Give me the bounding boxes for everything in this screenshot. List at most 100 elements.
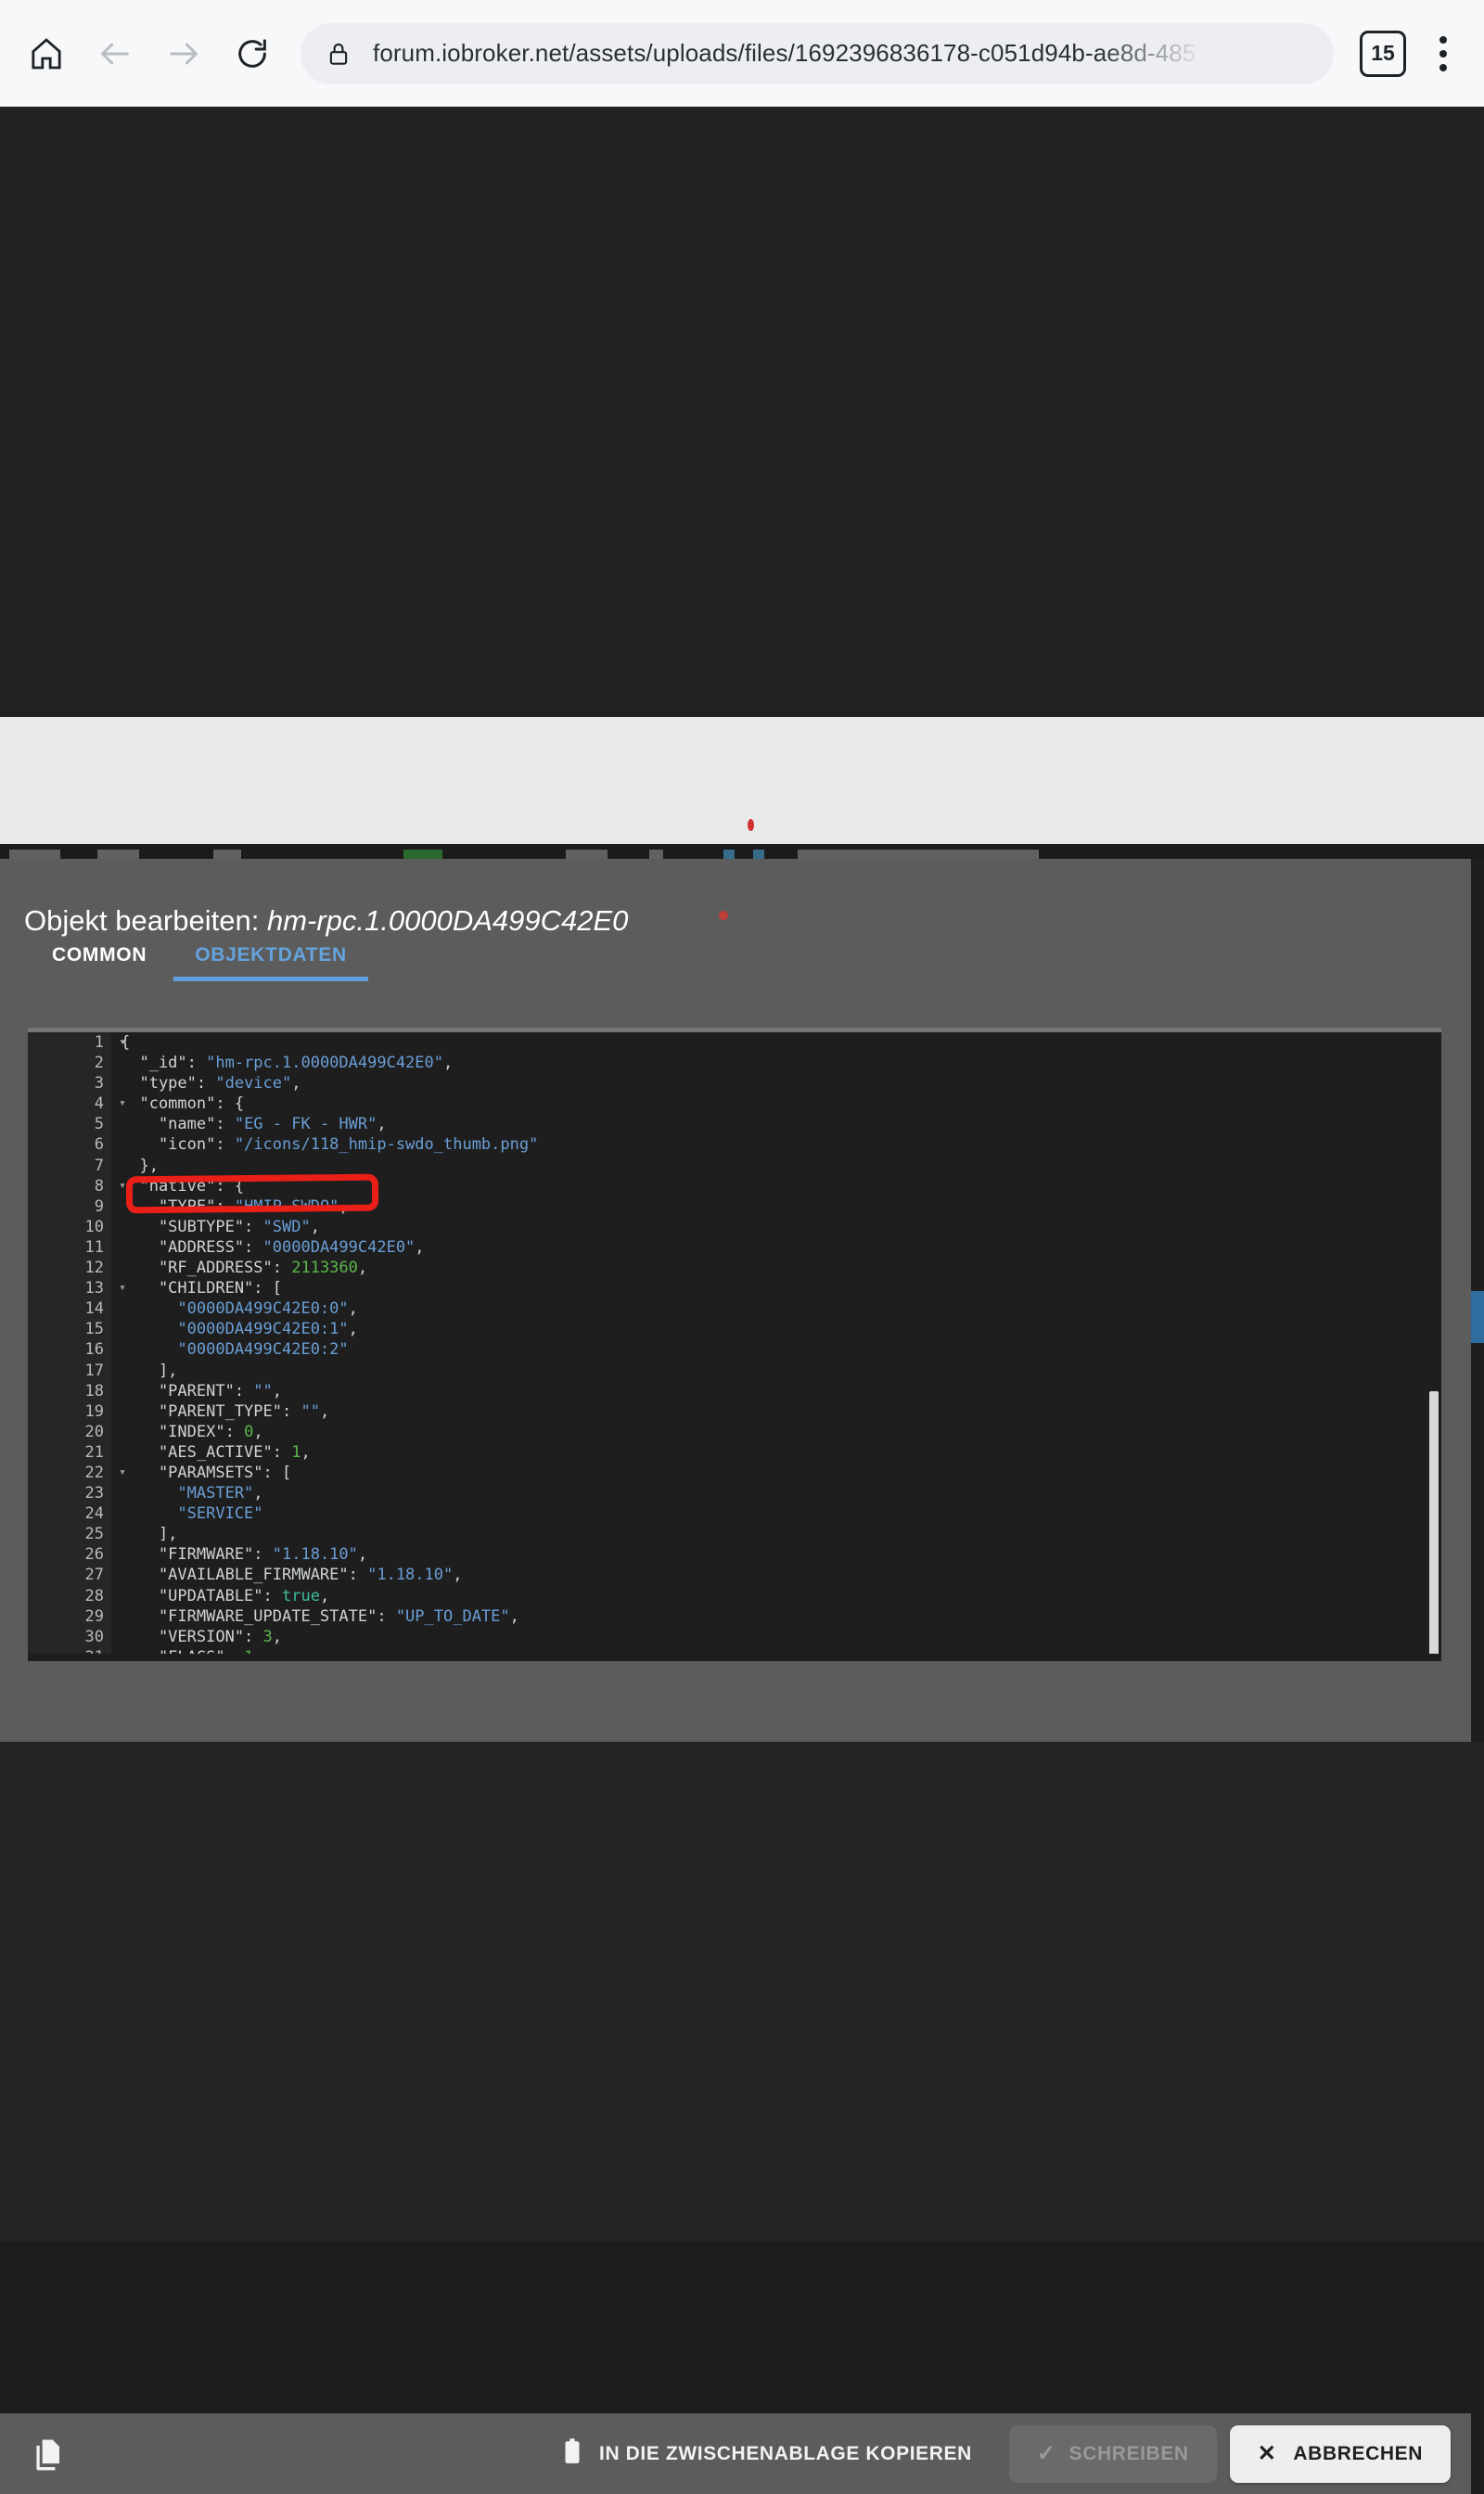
- dialog-footer: IN DIE ZWISCHENABLAGE KOPIEREN ✓ SCHREIB…: [0, 2413, 1471, 2494]
- code-token: ,: [348, 1320, 358, 1339]
- back-arrow-icon[interactable]: [89, 28, 141, 80]
- editor-line-number: 19: [84, 1401, 104, 1421]
- code-token: ,: [253, 1484, 263, 1503]
- editor-code-area[interactable]: { "_id": "hm-rpc.1.0000DA499C42E0", "typ…: [111, 1032, 1441, 1661]
- editor-code-line: "0000DA499C42E0:1",: [111, 1319, 1441, 1339]
- editor-line-number: 22 ▾: [84, 1463, 126, 1482]
- tab-counter-button[interactable]: 15: [1360, 30, 1406, 77]
- tab-objektdaten[interactable]: OBJEKTDATEN: [171, 944, 371, 981]
- editor-code-line: "icon": "/icons/118_hmip-swdo_thumb.png": [111, 1134, 1441, 1155]
- editor-code-line: "PARAMSETS": [: [111, 1463, 1441, 1483]
- code-token: "INDEX":: [121, 1422, 245, 1441]
- code-token: "type":: [121, 1074, 216, 1094]
- editor-code-line: "name": "EG - FK - HWR",: [111, 1114, 1441, 1134]
- editor-line-number: 14: [84, 1299, 104, 1319]
- code-token: "UPDATABLE":: [121, 1586, 282, 1605]
- dialog-title-prefix: Objekt bearbeiten:: [24, 904, 267, 937]
- code-token: ,: [357, 1259, 368, 1278]
- code-token: ,: [415, 1237, 425, 1257]
- image-top-dark-area: [0, 107, 1484, 717]
- code-token: "1.18.10": [367, 1566, 454, 1585]
- code-token: true: [282, 1586, 320, 1605]
- code-token: 1: [291, 1442, 301, 1462]
- tab-common[interactable]: COMMON: [28, 944, 171, 981]
- dialog-title: Objekt bearbeiten: hm-rpc.1.0000DA499C42…: [24, 904, 628, 938]
- editor-code-line: "FIRMWARE_UPDATE_STATE": "UP_TO_DATE",: [111, 1606, 1441, 1627]
- editor-line-number: 16: [84, 1340, 104, 1360]
- code-token: "0000DA499C42E0": [262, 1237, 416, 1257]
- code-token: "0000DA499C42E0:0": [121, 1299, 349, 1319]
- code-token: "_id":: [121, 1054, 207, 1073]
- editor-line-number: 30: [84, 1627, 104, 1646]
- editor-code-line: "SUBTYPE": "SWD",: [111, 1217, 1441, 1237]
- editor-code-line: "RF_ADDRESS": 2113360,: [111, 1258, 1441, 1278]
- home-icon[interactable]: [20, 28, 72, 80]
- write-button[interactable]: ✓ SCHREIBEN: [1008, 2424, 1217, 2483]
- code-token: "0000DA499C42E0:1": [121, 1320, 349, 1339]
- editor-vertical-scrollbar[interactable]: [1429, 1391, 1439, 1656]
- kebab-dot: [1439, 49, 1447, 58]
- reload-icon[interactable]: [226, 28, 278, 80]
- editor-code-line: "PARENT_TYPE": "",: [111, 1401, 1441, 1422]
- code-token: ,: [272, 1627, 283, 1646]
- editor-line-number: 18: [84, 1381, 104, 1400]
- editor-line-number: 24: [84, 1504, 104, 1524]
- browser-toolbar: forum.iobroker.net/assets/uploads/files/…: [0, 0, 1484, 107]
- check-icon: ✓: [1036, 2440, 1056, 2466]
- code-token: "hm-rpc.1.0000DA499C42E0": [206, 1054, 443, 1073]
- address-bar[interactable]: forum.iobroker.net/assets/uploads/files/…: [301, 22, 1334, 84]
- code-token: "": [301, 1401, 320, 1421]
- editor-line-number: 25: [84, 1525, 104, 1544]
- editor-code-line: "common": {: [111, 1094, 1441, 1114]
- code-token: "/icons/118_hmip-swdo_thumb.png": [234, 1135, 539, 1155]
- code-token: "SERVICE": [121, 1504, 263, 1524]
- code-token: [: [272, 1279, 283, 1298]
- code-token: ,: [301, 1442, 311, 1462]
- editor-line-number: 13 ▾: [84, 1279, 126, 1298]
- copy-to-clipboard-button[interactable]: IN DIE ZWISCHENABLAGE KOPIEREN: [536, 2426, 996, 2482]
- image-bottom-dark-area: [0, 1742, 1484, 2242]
- code-token: ,: [310, 1217, 320, 1236]
- json-editor[interactable]: 1 ▾ 2 3 4 ▾ 5 6 7 8 ▾ 9 10 11 12 13 ▾ 14 15 16 17 18 19 20 21 22 ▾…: [28, 1028, 1441, 1661]
- editor-line-number: 21: [84, 1442, 104, 1462]
- cancel-button-label: ABBRECHEN: [1293, 2442, 1423, 2464]
- tab-objektdaten-label: OBJEKTDATEN: [195, 944, 347, 966]
- red-annotation-rectangle: [125, 1173, 379, 1214]
- code-token: ,: [453, 1566, 463, 1585]
- editor-code-line: "0000DA499C42E0:0",: [111, 1298, 1441, 1319]
- kebab-dot: [1439, 63, 1447, 71]
- lock-icon: [325, 40, 352, 68]
- clipped-app-toolbar: [0, 844, 1484, 859]
- code-token: "device": [215, 1074, 292, 1094]
- editor-line-number: 10: [84, 1217, 104, 1236]
- background-blue-edge: [1471, 1291, 1484, 1343]
- copy-file-icon[interactable]: [29, 2435, 70, 2475]
- cancel-button[interactable]: ✕ ABBRECHEN: [1229, 2424, 1451, 2483]
- dialog-footer-actions: IN DIE ZWISCHENABLAGE KOPIEREN ✓ SCHREIB…: [536, 2413, 1451, 2494]
- code-token: "FIRMWARE":: [121, 1545, 273, 1565]
- kebab-menu-icon[interactable]: [1423, 28, 1464, 80]
- code-token: 3: [262, 1627, 273, 1646]
- copy-to-clipboard-label: IN DIE ZWISCHENABLAGE KOPIEREN: [599, 2442, 972, 2464]
- write-button-label: SCHREIBEN: [1068, 2442, 1189, 2464]
- editor-code-line: ],: [111, 1361, 1441, 1381]
- editor-line-number: 5: [94, 1115, 104, 1134]
- code-token: "EG - FK - HWR": [234, 1115, 377, 1134]
- editor-line-number: 27: [84, 1566, 104, 1585]
- editor-code-line: "SERVICE": [111, 1503, 1441, 1524]
- code-token: "1.18.10": [272, 1545, 358, 1565]
- kebab-dot: [1439, 35, 1447, 44]
- editor-line-number: 2: [94, 1054, 104, 1073]
- editor-line-number: 15: [84, 1320, 104, 1339]
- editor-line-number: 12: [84, 1259, 104, 1278]
- code-token: ,: [443, 1054, 454, 1073]
- editor-line-number: 17: [84, 1361, 104, 1380]
- editor-code-line: "PARENT": "",: [111, 1381, 1441, 1401]
- editor-code-line: "MASTER",: [111, 1483, 1441, 1503]
- code-token: 2113360: [291, 1259, 358, 1278]
- editor-code-line: "INDEX": 0,: [111, 1422, 1441, 1442]
- code-token: "FIRMWARE_UPDATE_STATE":: [121, 1606, 396, 1626]
- editor-code-line: "CHILDREN": [: [111, 1278, 1441, 1298]
- forward-arrow-icon[interactable]: [158, 28, 210, 80]
- code-token: ,: [291, 1074, 301, 1094]
